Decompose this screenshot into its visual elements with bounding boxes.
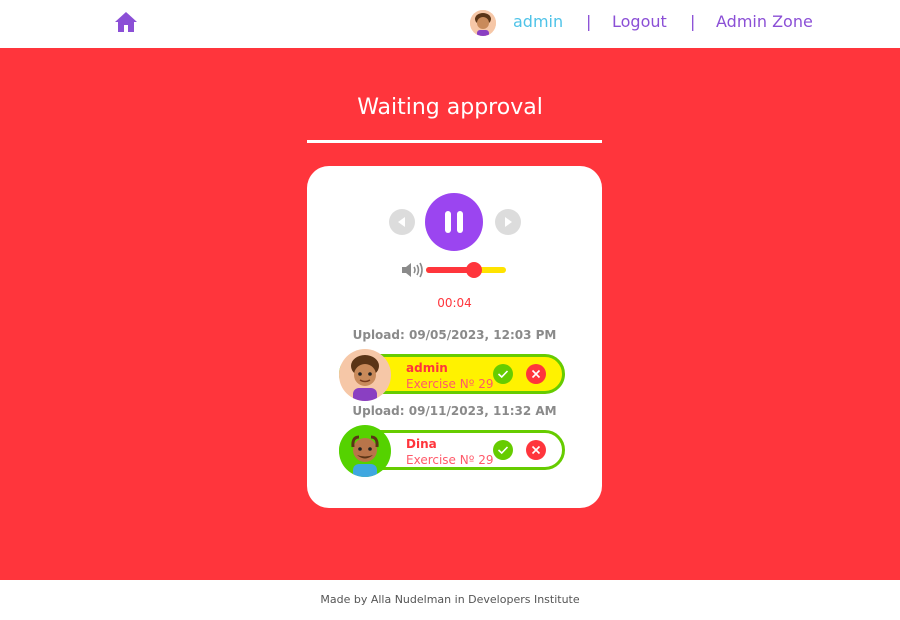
check-icon — [497, 370, 509, 379]
approve-button[interactable] — [493, 364, 513, 384]
check-icon — [497, 446, 509, 455]
upload-timestamp: Upload: 09/11/2023, 11:32 AM — [352, 404, 557, 418]
nav-separator: | — [586, 12, 592, 31]
close-icon — [531, 445, 541, 455]
upload-timestamp: Upload: 09/05/2023, 12:03 PM — [352, 328, 557, 342]
main-area: Waiting approval 00:04 Upload: 09/05/202… — [0, 48, 900, 580]
admin-zone-link[interactable]: Admin Zone — [716, 12, 813, 31]
pause-icon — [445, 211, 463, 233]
user-avatar[interactable] — [470, 10, 496, 36]
volume-thumb[interactable] — [466, 262, 482, 278]
exercise-label: Exercise Nº 29 — [406, 377, 494, 391]
speaker-icon[interactable] — [401, 261, 425, 279]
top-bar: admin | Logout | Admin Zone — [0, 0, 900, 48]
home-icon[interactable] — [114, 11, 138, 33]
next-button[interactable] — [495, 209, 521, 235]
next-icon — [505, 217, 512, 227]
previous-icon — [398, 217, 405, 227]
title-divider — [307, 140, 602, 143]
nav-separator: | — [690, 12, 696, 31]
exercise-label: Exercise Nº 29 — [406, 453, 494, 467]
submitter-name: Dina — [406, 437, 437, 451]
submission-row[interactable]: admin Exercise Nº 29 — [339, 349, 565, 401]
previous-button[interactable] — [389, 209, 415, 235]
playback-time: 00:04 — [437, 296, 472, 310]
close-icon — [531, 369, 541, 379]
submitter-avatar — [339, 349, 391, 401]
footer-credit: Made by Alla Nudelman in Developers Inst… — [320, 593, 580, 606]
reject-button[interactable] — [526, 440, 546, 460]
username-link[interactable]: admin — [513, 12, 563, 31]
submission-row[interactable]: Dina Exercise Nº 29 — [339, 425, 565, 477]
approval-card: 00:04 Upload: 09/05/2023, 12:03 PM admin… — [307, 166, 602, 508]
volume-slider[interactable] — [426, 262, 506, 278]
submitter-name: admin — [406, 361, 448, 375]
approve-button[interactable] — [493, 440, 513, 460]
logout-link[interactable]: Logout — [612, 12, 667, 31]
reject-button[interactable] — [526, 364, 546, 384]
submitter-avatar — [339, 425, 391, 477]
page-title: Waiting approval — [357, 95, 543, 120]
pause-button[interactable] — [425, 193, 483, 251]
